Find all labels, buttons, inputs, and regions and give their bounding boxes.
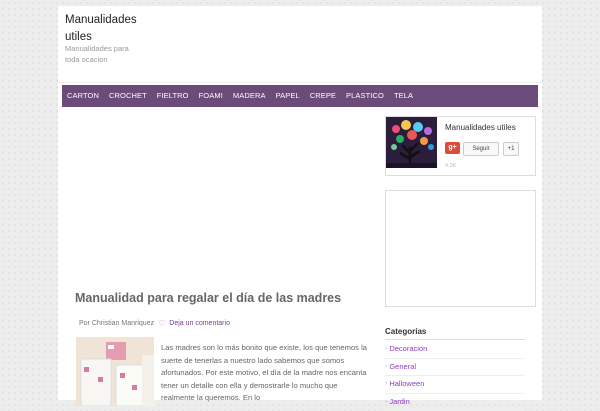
nav-item-crochet[interactable]: CROCHET: [104, 85, 152, 107]
category-label[interactable]: Decoracion: [389, 341, 427, 357]
main-nav: CARTON CROCHET FIELTRO FOAMI MADERA PAPE…: [62, 85, 538, 107]
comment-link[interactable]: Deja un comentario: [169, 320, 230, 327]
tree-image: [386, 117, 437, 168]
category-label[interactable]: Halloween: [389, 376, 424, 392]
sidebar-ad-box: [385, 190, 536, 307]
post-title[interactable]: Manualidad para regalar el día de las ma…: [75, 290, 375, 306]
post-thumbnail[interactable]: [76, 337, 154, 406]
post-excerpt: Las madres son lo más bonito que existe,…: [161, 342, 371, 405]
follower-count: 4.2K: [445, 163, 456, 169]
gplus-page-image[interactable]: [386, 117, 437, 168]
page-container: Manualidades utiles Manualidades para to…: [58, 6, 542, 400]
category-label[interactable]: Jardin: [389, 394, 409, 410]
gplus-page-name[interactable]: Manualidades utiles: [445, 123, 516, 132]
category-label[interactable]: General: [389, 359, 416, 375]
nav-item-madera[interactable]: MADERA: [228, 85, 271, 107]
category-item[interactable]: › General: [385, 359, 525, 377]
nav-item-carton[interactable]: CARTON: [62, 85, 104, 107]
gift-bags-image: [76, 337, 154, 406]
nav-item-plastico[interactable]: PLASTICO: [341, 85, 389, 107]
category-item[interactable]: › Decoracion: [385, 341, 525, 359]
bullet-icon: ›: [385, 394, 387, 410]
bullet-icon: ›: [385, 359, 387, 375]
nav-item-crepe[interactable]: CREPE: [305, 85, 341, 107]
category-item[interactable]: › Halloween: [385, 376, 525, 394]
nav-item-foami[interactable]: FOAMI: [194, 85, 228, 107]
site-description: Manualidades para toda ocacion: [65, 43, 145, 65]
heart-icon: ♡: [158, 319, 165, 328]
bullet-icon: ›: [385, 376, 387, 392]
google-plus-icon: g+: [445, 142, 460, 154]
categories-list: › Decoracion › General › Halloween › Jar…: [385, 341, 525, 411]
ad-placeholder: [62, 112, 380, 282]
site-title[interactable]: Manualidades utiles: [65, 12, 155, 46]
post-meta: Por Christian Manriquez ♡ Deja un coment…: [79, 319, 230, 328]
header-divider: [58, 82, 542, 83]
plus-one-button[interactable]: +1: [503, 142, 519, 156]
nav-item-tela[interactable]: TELA: [389, 85, 418, 107]
nav-item-fieltro[interactable]: FIELTRO: [152, 85, 194, 107]
nav-item-papel[interactable]: PAPEL: [271, 85, 305, 107]
category-item[interactable]: › Jardin: [385, 394, 525, 411]
post-author[interactable]: Por Christian Manriquez: [79, 320, 154, 327]
bullet-icon: ›: [385, 341, 387, 357]
gplus-widget: Manualidades utiles g+ Seguir +1 4.2K: [385, 116, 536, 176]
categories-title: Categorías: [385, 327, 525, 340]
follow-button[interactable]: Seguir: [463, 142, 499, 156]
